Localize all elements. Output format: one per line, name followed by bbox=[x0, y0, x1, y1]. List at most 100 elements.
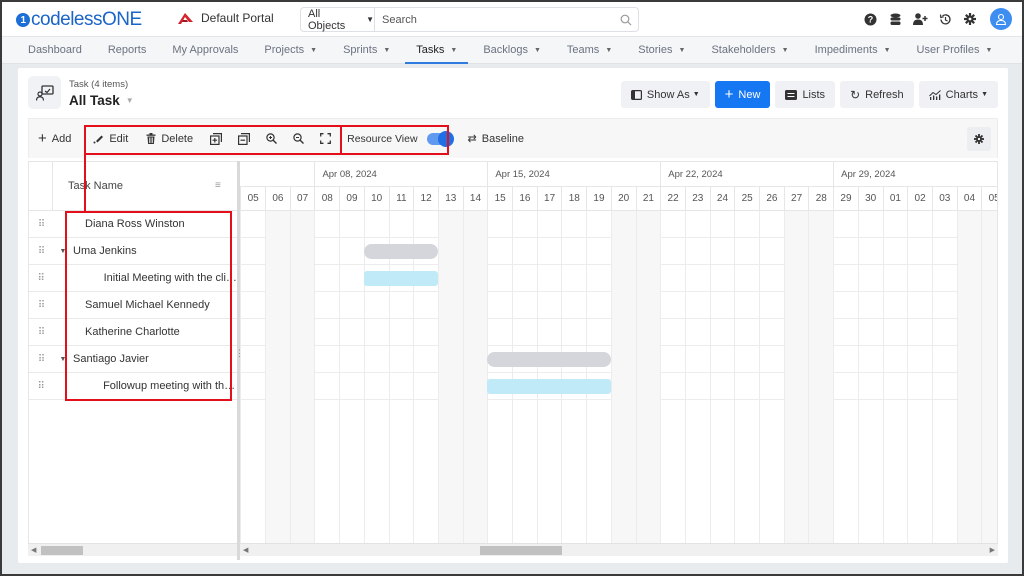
task-bar[interactable] bbox=[487, 379, 611, 394]
chevron-down-icon: ▼ bbox=[450, 46, 458, 54]
task-name[interactable]: Katherine Charlotte bbox=[85, 326, 180, 338]
help-icon[interactable]: ? bbox=[858, 7, 882, 31]
day-column bbox=[462, 211, 488, 543]
scroll-thumb[interactable] bbox=[41, 546, 83, 555]
scroll-thumb[interactable] bbox=[480, 546, 562, 555]
database-icon[interactable] bbox=[883, 7, 907, 31]
resource-view-toggle[interactable]: Resource View bbox=[339, 119, 461, 158]
task-row[interactable]: ⠿ Followup meeting with the ... bbox=[29, 373, 237, 400]
task-row[interactable]: ⠿ Samuel Michael Kennedy bbox=[29, 292, 237, 319]
task-row[interactable]: ⠿ Initial Meeting with the client bbox=[29, 265, 237, 292]
row-gridline bbox=[314, 372, 340, 373]
portal-switcher[interactable]: Default Portal bbox=[178, 11, 274, 25]
baseline-button[interactable]: ⇄ Baseline bbox=[462, 119, 533, 158]
row-gridline bbox=[536, 345, 562, 346]
drag-handle-icon[interactable]: ⠿ bbox=[29, 219, 53, 230]
resource-summary-bar[interactable] bbox=[487, 352, 611, 367]
new-button[interactable]: + New bbox=[714, 81, 771, 108]
add-user-icon[interactable] bbox=[908, 7, 932, 31]
nav-backlogs[interactable]: Backlogs ▼ bbox=[470, 37, 554, 63]
row-gridline bbox=[833, 399, 858, 400]
nav-my-approvals[interactable]: My Approvals bbox=[159, 37, 251, 63]
nav-impediments[interactable]: Impediments ▼ bbox=[802, 37, 904, 63]
day-header: 28 bbox=[808, 187, 834, 211]
task-name[interactable]: Diana Ross Winston bbox=[85, 218, 185, 230]
toggle-switch[interactable] bbox=[426, 130, 454, 147]
zoom-out-button[interactable] bbox=[285, 119, 312, 158]
day-column bbox=[684, 211, 710, 543]
row-gridline bbox=[363, 372, 389, 373]
drag-handle-icon[interactable]: ⠿ bbox=[29, 354, 53, 365]
refresh-button[interactable]: ↻ Refresh bbox=[840, 81, 914, 108]
show-as-button[interactable]: Show As ▼ bbox=[620, 81, 710, 108]
charts-button[interactable]: Charts ▼ bbox=[918, 81, 998, 108]
task-name[interactable]: Initial Meeting with the client bbox=[104, 272, 237, 284]
task-row[interactable]: ⠿ ▼ Uma Jenkins bbox=[29, 238, 237, 265]
day-header: 29 bbox=[833, 187, 858, 211]
search-scope-select[interactable]: All Objects ▼ bbox=[301, 8, 375, 32]
expand-all-button[interactable] bbox=[202, 119, 230, 158]
task-name[interactable]: Santiago Javier bbox=[73, 353, 149, 365]
drag-handle-icon[interactable]: ⠿ bbox=[29, 327, 53, 338]
nav-teams[interactable]: Teams ▼ bbox=[554, 37, 625, 63]
zoom-in-button[interactable] bbox=[258, 119, 285, 158]
scroll-left-icon[interactable]: ◀ bbox=[243, 546, 248, 554]
nav-projects[interactable]: Projects ▼ bbox=[251, 37, 330, 63]
chevron-down-icon: ▼ bbox=[383, 46, 391, 54]
row-gridline bbox=[857, 399, 883, 400]
gantt-settings-button[interactable] bbox=[967, 127, 991, 151]
task-row[interactable]: ⠿ Diana Ross Winston bbox=[29, 211, 237, 238]
grid-header: Task Name ≡ bbox=[29, 162, 237, 211]
filter-icon[interactable]: ≡ bbox=[215, 180, 221, 191]
grid-horizontal-scrollbar[interactable]: ◀ bbox=[28, 543, 237, 556]
row-gridline bbox=[586, 291, 611, 292]
day-column bbox=[734, 211, 759, 543]
scroll-left-icon[interactable]: ◀ bbox=[31, 546, 36, 554]
lists-button[interactable]: Lists bbox=[775, 81, 836, 108]
logo-text-suffix: ONE bbox=[102, 9, 142, 30]
delete-button[interactable]: Delete bbox=[137, 119, 202, 158]
resource-summary-bar[interactable] bbox=[363, 244, 438, 259]
settings-icon[interactable] bbox=[958, 7, 982, 31]
fullscreen-button[interactable] bbox=[312, 119, 339, 158]
user-avatar[interactable] bbox=[990, 8, 1012, 30]
scroll-right-icon[interactable]: ▶ bbox=[990, 546, 995, 554]
nav-user-profiles[interactable]: User Profiles ▼ bbox=[904, 37, 1006, 63]
task-name[interactable]: Samuel Michael Kennedy bbox=[85, 299, 210, 311]
task-row[interactable]: ⠿ Katherine Charlotte bbox=[29, 319, 237, 346]
nav-stakeholders[interactable]: Stakeholders ▼ bbox=[698, 37, 801, 63]
drag-handle-icon[interactable]: ⠿ bbox=[29, 273, 52, 284]
expand-toggle-icon[interactable]: ▼ bbox=[57, 248, 69, 255]
task-name[interactable]: Uma Jenkins bbox=[73, 245, 137, 257]
nav-tasks[interactable]: Tasks ▼ bbox=[403, 37, 470, 64]
task-name[interactable]: Followup meeting with the ... bbox=[103, 380, 237, 392]
row-gridline bbox=[487, 399, 513, 400]
nav-reports[interactable]: Reports bbox=[95, 37, 160, 63]
nav-sprints[interactable]: Sprints ▼ bbox=[330, 37, 403, 63]
task-bar[interactable] bbox=[363, 271, 438, 286]
day-header: 14 bbox=[462, 187, 488, 211]
edit-button[interactable]: Edit bbox=[84, 119, 137, 158]
search-icon[interactable] bbox=[614, 14, 638, 26]
drag-handle-icon[interactable]: ⠿ bbox=[29, 381, 52, 392]
history-icon[interactable] bbox=[933, 7, 957, 31]
search-input[interactable] bbox=[375, 13, 614, 26]
day-column bbox=[981, 211, 997, 543]
day-header: 05 bbox=[240, 187, 266, 211]
collapse-all-button[interactable] bbox=[230, 119, 258, 158]
view-selector[interactable]: All Task ▼ bbox=[69, 93, 134, 108]
row-gridline bbox=[907, 372, 932, 373]
task-name-header[interactable]: Task Name bbox=[68, 180, 123, 192]
timeline-horizontal-scrollbar[interactable]: ◀ ▶ bbox=[240, 543, 998, 556]
baseline-label: Baseline bbox=[481, 132, 524, 145]
nav-stories[interactable]: Stories ▼ bbox=[625, 37, 698, 63]
chevron-down-icon: ▼ bbox=[981, 91, 988, 98]
nav-dashboard[interactable]: Dashboard bbox=[15, 37, 95, 63]
task-row[interactable]: ⠿ ▼ Santiago Javier bbox=[29, 346, 237, 373]
add-button[interactable]: + Add bbox=[29, 119, 80, 158]
drag-handle-icon[interactable]: ⠿ bbox=[29, 246, 53, 257]
app-logo[interactable]: 1 codeless ONE bbox=[16, 9, 142, 31]
splitter-handle-icon[interactable]: ⋮ bbox=[235, 349, 244, 358]
drag-handle-icon[interactable]: ⠿ bbox=[29, 300, 53, 311]
expand-toggle-icon[interactable]: ▼ bbox=[57, 356, 69, 363]
